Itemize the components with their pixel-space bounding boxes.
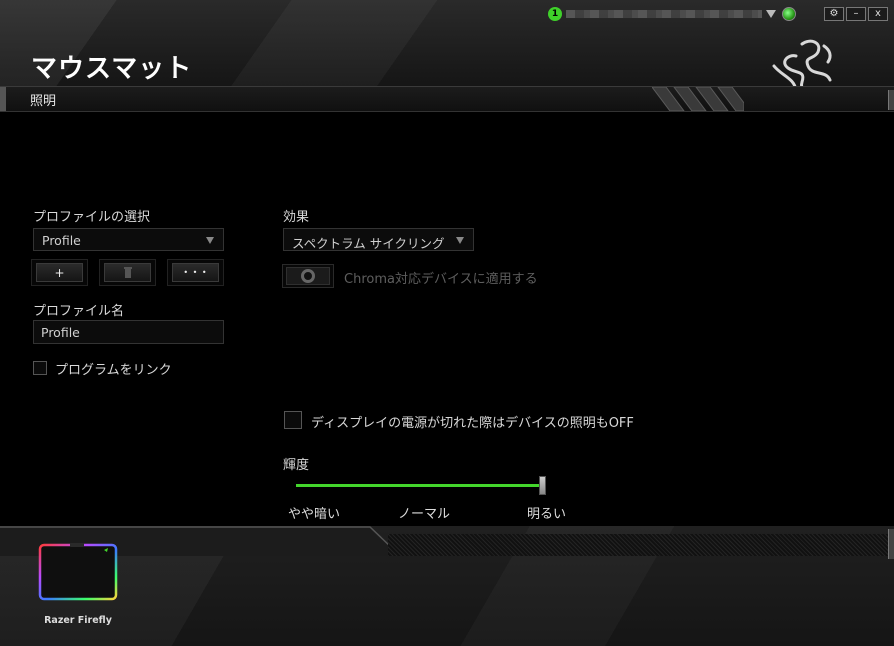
account-name-blurred[interactable] [566,10,762,18]
brightness-label: 輝度 [283,458,310,473]
effect-label: 効果 [283,210,310,225]
brightness-tick-low: やや暗い [288,507,341,522]
tab-bar: 照明 [0,86,894,111]
settings-button[interactable]: ⚙ [824,7,844,21]
profile-select-value: Profile [42,233,81,248]
device-mousepad-icon[interactable] [38,542,118,602]
tab-lighting[interactable]: 照明 [30,90,56,109]
chroma-apply-button[interactable] [282,264,334,288]
chevron-down-icon [456,237,464,244]
brightness-slider-fill [296,484,542,487]
profile-select-label: プロファイルの選択 [33,210,151,225]
account-dropdown-icon[interactable] [766,10,776,18]
device-name[interactable]: Razer Firefly [30,615,126,626]
brightness-tick-normal: ノーマル [398,507,451,522]
brightness-slider[interactable] [296,484,542,487]
notification-badge[interactable]: 1 [548,7,562,21]
profile-select[interactable]: Profile [33,228,224,251]
effect-select[interactable]: スペクトラム サイクリング [283,228,474,251]
chroma-apply-label: Chroma対応デバイスに適用する [344,272,538,287]
tab-bar-cap [0,87,6,111]
decorative-stripes [652,87,744,111]
online-status-icon[interactable] [782,7,796,21]
ellipsis-icon: • • • [172,263,219,282]
device-bar-texture [388,534,888,556]
frame-edge [888,90,894,110]
more-options-button[interactable]: • • • [167,259,224,286]
plus-icon: + [36,263,83,282]
frame-edge [888,529,894,559]
add-profile-button[interactable]: + [31,259,88,286]
trash-icon [104,263,151,282]
close-button[interactable]: x [868,7,888,21]
display-off-label: ディスプレイの電源が切れた際はデバイスの照明もOFF [311,416,634,431]
minimize-button[interactable]: – [846,7,866,21]
title-bar: 1 ⚙ – x [548,6,888,22]
chevron-down-icon [206,237,214,244]
link-program-label: プログラムをリンク [55,363,172,378]
chroma-ring-icon [301,269,315,283]
profile-name-label: プロファイル名 [33,304,125,319]
effect-select-value: スペクトラム サイクリング [292,236,445,251]
brightness-tick-high: 明るい [527,507,567,522]
page-title: マウスマット [31,54,193,84]
header: 1 ⚙ – x マウスマット 照明 [0,0,894,112]
profile-name-input[interactable]: Profile [33,320,224,344]
display-off-checkbox[interactable] [284,411,302,429]
device-bar [0,526,894,646]
delete-profile-button[interactable] [99,259,156,286]
brightness-slider-handle[interactable] [539,476,546,495]
chroma-apply-knob [286,267,330,285]
link-program-checkbox[interactable] [33,361,47,375]
